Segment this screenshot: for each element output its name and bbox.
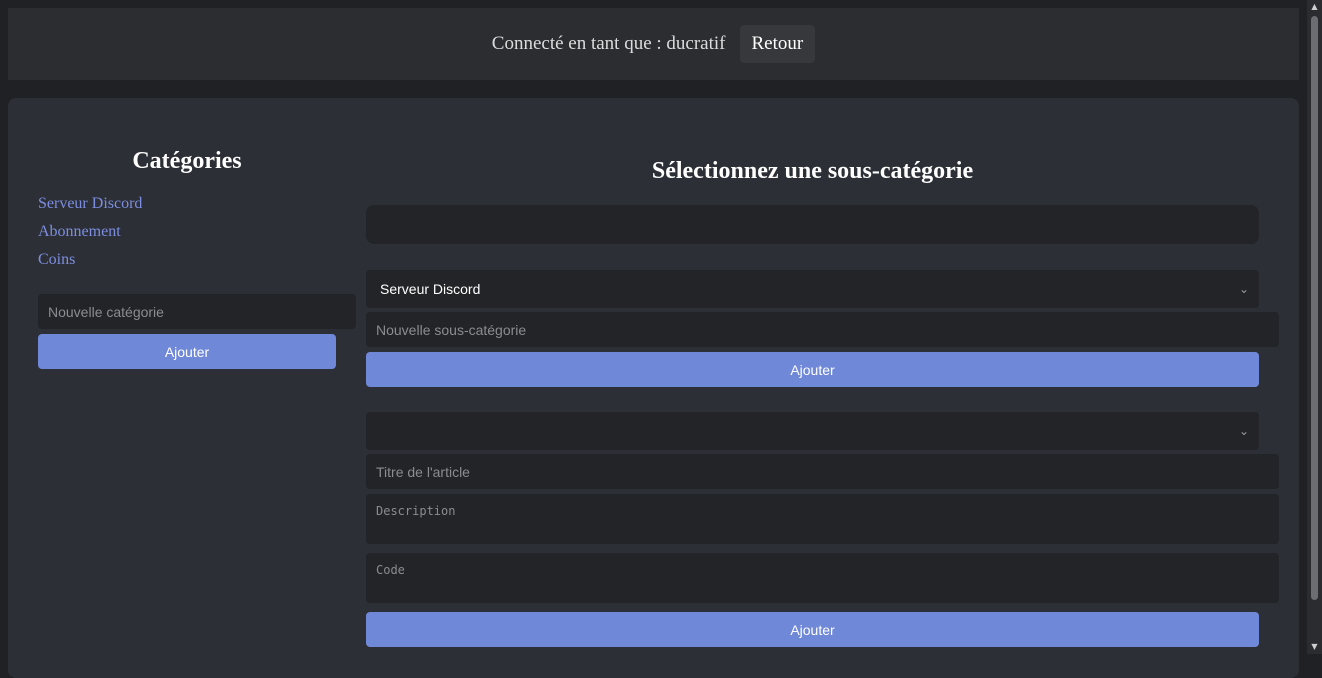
description-textarea[interactable]	[366, 494, 1279, 544]
logged-in-user-label: Connecté en tant que : ducratif	[491, 33, 726, 54]
subcategory-select[interactable]: ⌄	[366, 412, 1259, 450]
chevron-down-icon: ⌄	[1238, 282, 1249, 296]
article-title-input[interactable]	[366, 454, 1279, 489]
chevron-down-icon: ⌄	[1238, 424, 1249, 438]
page-scrollbar[interactable]: ▲ ▼	[1307, 0, 1322, 654]
add-category-button[interactable]: Ajouter	[38, 334, 336, 369]
new-category-input[interactable]	[38, 294, 356, 329]
category-list: Serveur Discord Abonnement Coins	[38, 194, 142, 278]
add-subcategory-button[interactable]: Ajouter	[366, 352, 1259, 387]
top-bar: Connecté en tant que : ducratif Retour	[8, 8, 1299, 80]
scroll-down-icon[interactable]: ▼	[1307, 640, 1322, 654]
back-button[interactable]: Retour	[739, 25, 816, 63]
main-panel: Catégories Serveur Discord Abonnement Co…	[8, 98, 1299, 678]
subcategory-title: Sélectionnez une sous-catégorie	[651, 158, 974, 184]
code-textarea[interactable]	[366, 553, 1279, 603]
add-article-button[interactable]: Ajouter	[366, 612, 1259, 647]
scroll-up-icon[interactable]: ▲	[1307, 0, 1322, 14]
category-select-value: Serveur Discord	[380, 281, 481, 297]
new-subcategory-input[interactable]	[366, 312, 1279, 347]
category-item-abonnement[interactable]: Abonnement	[38, 222, 142, 250]
category-item-serveur-discord[interactable]: Serveur Discord	[38, 194, 142, 222]
scroll-thumb[interactable]	[1311, 16, 1318, 600]
categories-title: Catégories	[132, 148, 242, 174]
category-select[interactable]: Serveur Discord ⌄	[366, 270, 1259, 308]
category-item-coins[interactable]: Coins	[38, 250, 142, 278]
content-display-box	[366, 205, 1259, 244]
